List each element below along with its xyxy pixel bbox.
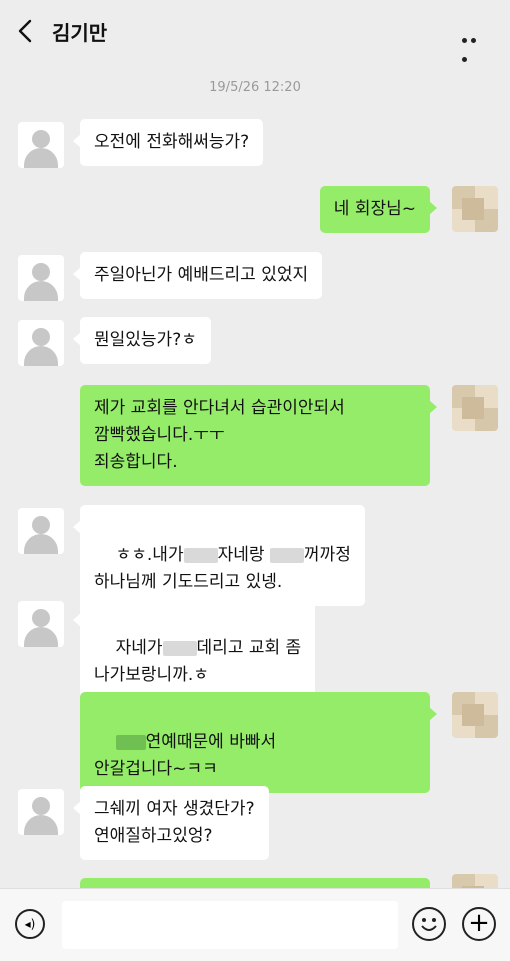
message-bubble: 주일아닌가 예배드리고 있었지	[72, 252, 323, 299]
my-avatar[interactable]	[452, 692, 498, 738]
message-text: 나가보랑니까.ㅎ	[94, 665, 209, 685]
input-bar: ◂) +	[0, 888, 510, 961]
emoji-icon[interactable]	[412, 907, 446, 941]
contact-avatar[interactable]	[18, 601, 64, 647]
message-input[interactable]	[62, 901, 398, 949]
my-avatar[interactable]	[452, 874, 498, 888]
contact-avatar[interactable]	[18, 320, 64, 366]
voice-icon[interactable]: ◂)	[15, 909, 45, 939]
message-list[interactable]: 19/5/26 12:20 오전에 전화해써능가? 네 회장님~ 주일아닌가 예…	[0, 62, 510, 888]
message-text: 자네랑	[217, 545, 265, 565]
my-avatar[interactable]	[452, 385, 498, 431]
message-bubble: 뭔일있능가?ㅎ	[73, 317, 211, 364]
redacted-text	[183, 547, 218, 563]
back-arrow-icon[interactable]	[14, 18, 38, 44]
redacted-text	[162, 640, 197, 656]
smile-glyph	[421, 918, 437, 931]
timestamp: 19/5/26 12:20	[209, 80, 301, 95]
contact-avatar[interactable]	[18, 508, 64, 554]
message-text: 꺼까정	[303, 545, 351, 565]
redacted-text	[115, 734, 146, 750]
my-avatar[interactable]	[452, 186, 498, 232]
message-text: 데리고 교회 좀	[196, 638, 302, 658]
message-bubble: 자네가 데리고 교회 좀 나가보랑니까.ㅎ	[72, 598, 316, 699]
contact-avatar[interactable]	[18, 122, 64, 168]
message-bubble: 네 회장님~	[319, 186, 438, 233]
message-bubble: ㅎㅎ.내가 자네랑 꺼까정 하나님께 기도드리고 있넹.	[73, 505, 365, 606]
message-bubble-partial	[80, 878, 430, 888]
chat-header: 김기만	[0, 0, 510, 62]
plus-icon[interactable]: +	[462, 907, 496, 941]
message-text: ㅎㅎ.내가	[115, 545, 184, 565]
chat-title: 김기만	[52, 21, 108, 45]
message-text: 하나님께 기도드리고 있넹.	[94, 572, 283, 592]
redacted-text	[269, 547, 304, 563]
more-dots-icon[interactable]	[462, 28, 488, 62]
message-text: 안갈겁니다~ㅋㅋ	[94, 759, 218, 779]
message-text: 자네가	[115, 638, 163, 658]
message-bubble: 연예때문에 바빠서 안갈겁니다~ㅋㅋ	[80, 692, 437, 793]
contact-avatar[interactable]	[18, 789, 64, 835]
contact-avatar[interactable]	[18, 255, 64, 301]
message-bubble: 제가 교회를 안다녀서 습관이안되서 깜빡했습니다.ㅜㅜ 죄송합니다.	[80, 385, 437, 486]
message-bubble: 오전에 전화해써능가?	[72, 119, 264, 166]
message-bubble: 그쉐끼 여자 생겼단가? 연애질하고있엉?	[73, 786, 269, 860]
message-text: 연예때문에 바빠서	[145, 732, 277, 752]
